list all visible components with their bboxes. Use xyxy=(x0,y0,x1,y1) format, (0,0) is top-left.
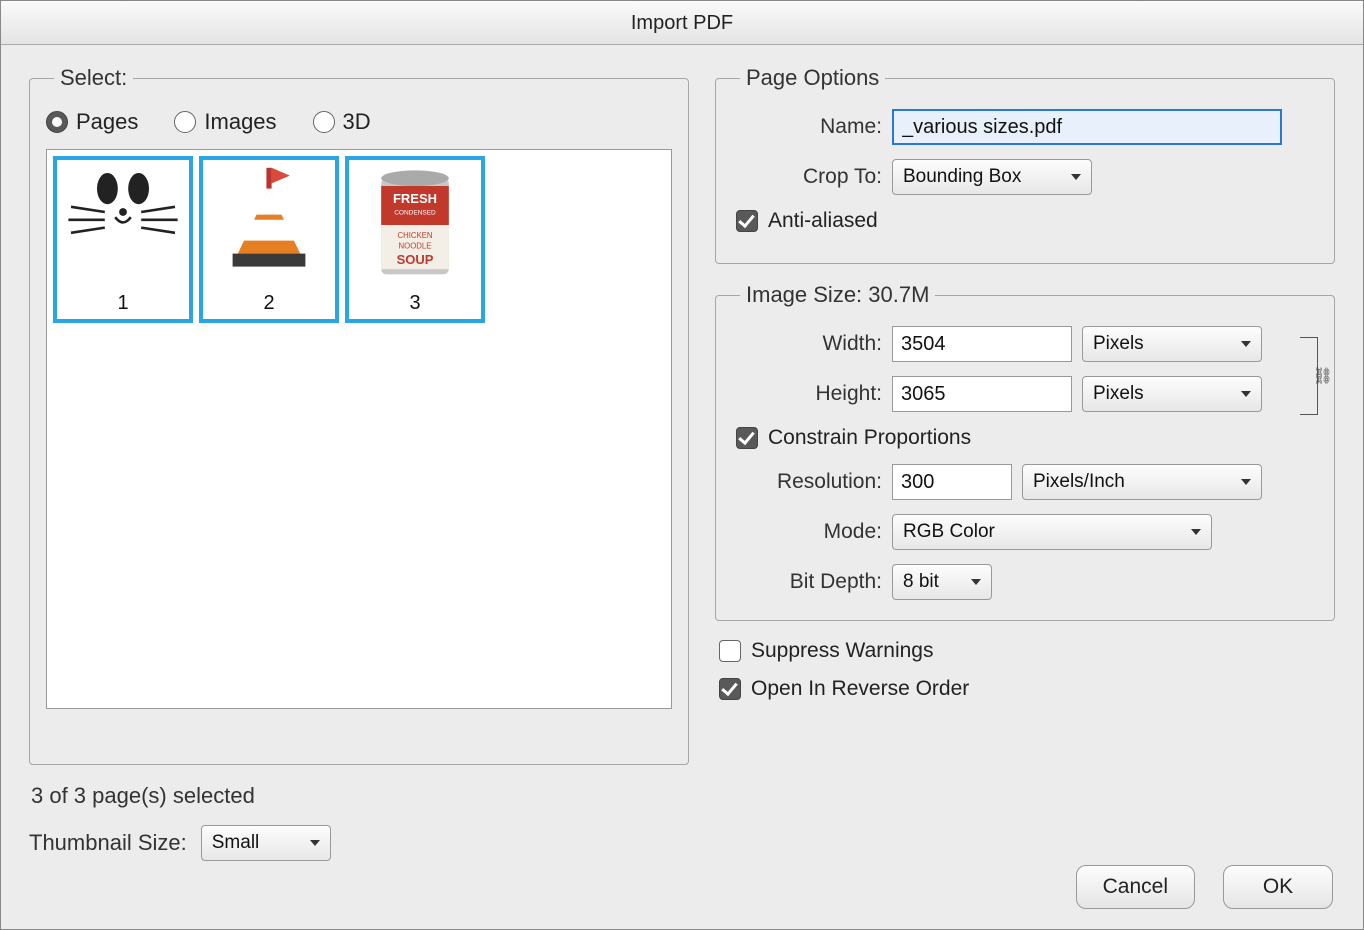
width-unit-select[interactable]: Pixels xyxy=(1082,326,1262,362)
height-field[interactable] xyxy=(892,376,1072,412)
crop-label: Crop To: xyxy=(732,165,882,189)
suppress-warnings-label: Suppress Warnings xyxy=(751,639,933,663)
svg-text:NOODLE: NOODLE xyxy=(399,241,432,250)
ok-button-label: OK xyxy=(1263,875,1293,899)
import-pdf-dialog: Import PDF Select: Pages Images xyxy=(0,0,1364,930)
radio-images-indicator[interactable] xyxy=(174,111,196,133)
thumbnail-3-number: 3 xyxy=(349,290,481,319)
select-radio-row: Pages Images 3D xyxy=(46,109,672,135)
select-legend: Select: xyxy=(54,65,133,91)
mode-select[interactable]: RGB Color xyxy=(892,514,1212,550)
thumbnail-2-number: 2 xyxy=(203,290,335,319)
dialog-content: Select: Pages Images 3D xyxy=(1,45,1363,837)
thumbnail-1-number: 1 xyxy=(57,290,189,319)
name-field[interactable] xyxy=(892,109,1282,145)
image-size-legend: Image Size: 30.7M xyxy=(740,282,935,308)
svg-text:CHICKEN: CHICKEN xyxy=(397,231,432,240)
selection-count: 3 of 3 page(s) selected xyxy=(31,783,687,809)
resolution-unit-value: Pixels/Inch xyxy=(1033,471,1125,493)
radio-pages-indicator[interactable] xyxy=(46,111,68,133)
resolution-field[interactable] xyxy=(892,464,1012,500)
radio-pages[interactable]: Pages xyxy=(46,109,138,135)
dialog-footer: Cancel OK xyxy=(1076,865,1333,909)
anti-aliased-checkbox[interactable] xyxy=(736,210,758,232)
thumbnail-2-image xyxy=(203,160,335,290)
chain-link-icon[interactable]: ⛓ xyxy=(1313,366,1333,386)
ok-button[interactable]: OK xyxy=(1223,865,1333,909)
page-options-group: Page Options Name: Crop To: Bounding Box… xyxy=(715,65,1335,264)
radio-pages-label: Pages xyxy=(76,109,138,135)
svg-text:FRESH: FRESH xyxy=(393,191,437,206)
right-column: Page Options Name: Crop To: Bounding Box… xyxy=(715,65,1335,837)
thumbnail-size-label: Thumbnail Size: xyxy=(29,830,187,856)
bitdepth-select[interactable]: 8 bit xyxy=(892,564,992,600)
page-options-legend: Page Options xyxy=(740,65,885,91)
image-size-group: Image Size: 30.7M Width: Pixels Height: xyxy=(715,282,1335,621)
cancel-button-label: Cancel xyxy=(1103,875,1168,899)
thumbnail-size-value: Small xyxy=(212,832,260,854)
reverse-order-checkbox[interactable] xyxy=(719,678,741,700)
thumbnail-size-select[interactable]: Small xyxy=(201,825,331,861)
radio-images[interactable]: Images xyxy=(174,109,276,135)
radio-3d[interactable]: 3D xyxy=(313,109,371,135)
resolution-unit-select[interactable]: Pixels/Inch xyxy=(1022,464,1262,500)
thumbnail-3-image: FRESH CONDENSED CHICKEN NOODLE SOUP xyxy=(349,160,481,290)
width-field[interactable] xyxy=(892,326,1072,362)
radio-images-label: Images xyxy=(204,109,276,135)
radio-3d-indicator[interactable] xyxy=(313,111,335,133)
constrain-link-bracket: ⛓ xyxy=(1300,337,1318,415)
height-label: Height: xyxy=(732,382,882,406)
select-group: Select: Pages Images 3D xyxy=(29,65,689,765)
mode-value: RGB Color xyxy=(903,521,995,543)
left-column: Select: Pages Images 3D xyxy=(29,65,689,837)
radio-3d-label: 3D xyxy=(343,109,371,135)
crop-value: Bounding Box xyxy=(903,166,1021,188)
thumbnail-area: 1 xyxy=(46,149,672,709)
cancel-button[interactable]: Cancel xyxy=(1076,865,1195,909)
suppress-warnings-checkbox[interactable] xyxy=(719,640,741,662)
anti-aliased-label: Anti-aliased xyxy=(768,209,878,233)
svg-text:SOUP: SOUP xyxy=(397,252,434,267)
constrain-label: Constrain Proportions xyxy=(768,426,971,450)
height-unit-select[interactable]: Pixels xyxy=(1082,376,1262,412)
dialog-title: Import PDF xyxy=(1,1,1363,45)
height-unit-value: Pixels xyxy=(1093,383,1144,405)
thumbnail-1-image xyxy=(57,160,189,290)
thumbnail-3[interactable]: FRESH CONDENSED CHICKEN NOODLE SOUP 3 xyxy=(345,156,485,323)
bitdepth-label: Bit Depth: xyxy=(732,570,882,594)
name-label: Name: xyxy=(732,115,882,139)
svg-text:CONDENSED: CONDENSED xyxy=(394,210,436,217)
crop-select[interactable]: Bounding Box xyxy=(892,159,1092,195)
mode-label: Mode: xyxy=(732,520,882,544)
resolution-label: Resolution: xyxy=(732,470,882,494)
reverse-order-label: Open In Reverse Order xyxy=(751,677,969,701)
bitdepth-value: 8 bit xyxy=(903,571,939,593)
thumbnail-2[interactable]: 2 xyxy=(199,156,339,323)
thumbnail-1[interactable]: 1 xyxy=(53,156,193,323)
constrain-checkbox[interactable] xyxy=(736,427,758,449)
width-unit-value: Pixels xyxy=(1093,333,1144,355)
width-label: Width: xyxy=(732,332,882,356)
